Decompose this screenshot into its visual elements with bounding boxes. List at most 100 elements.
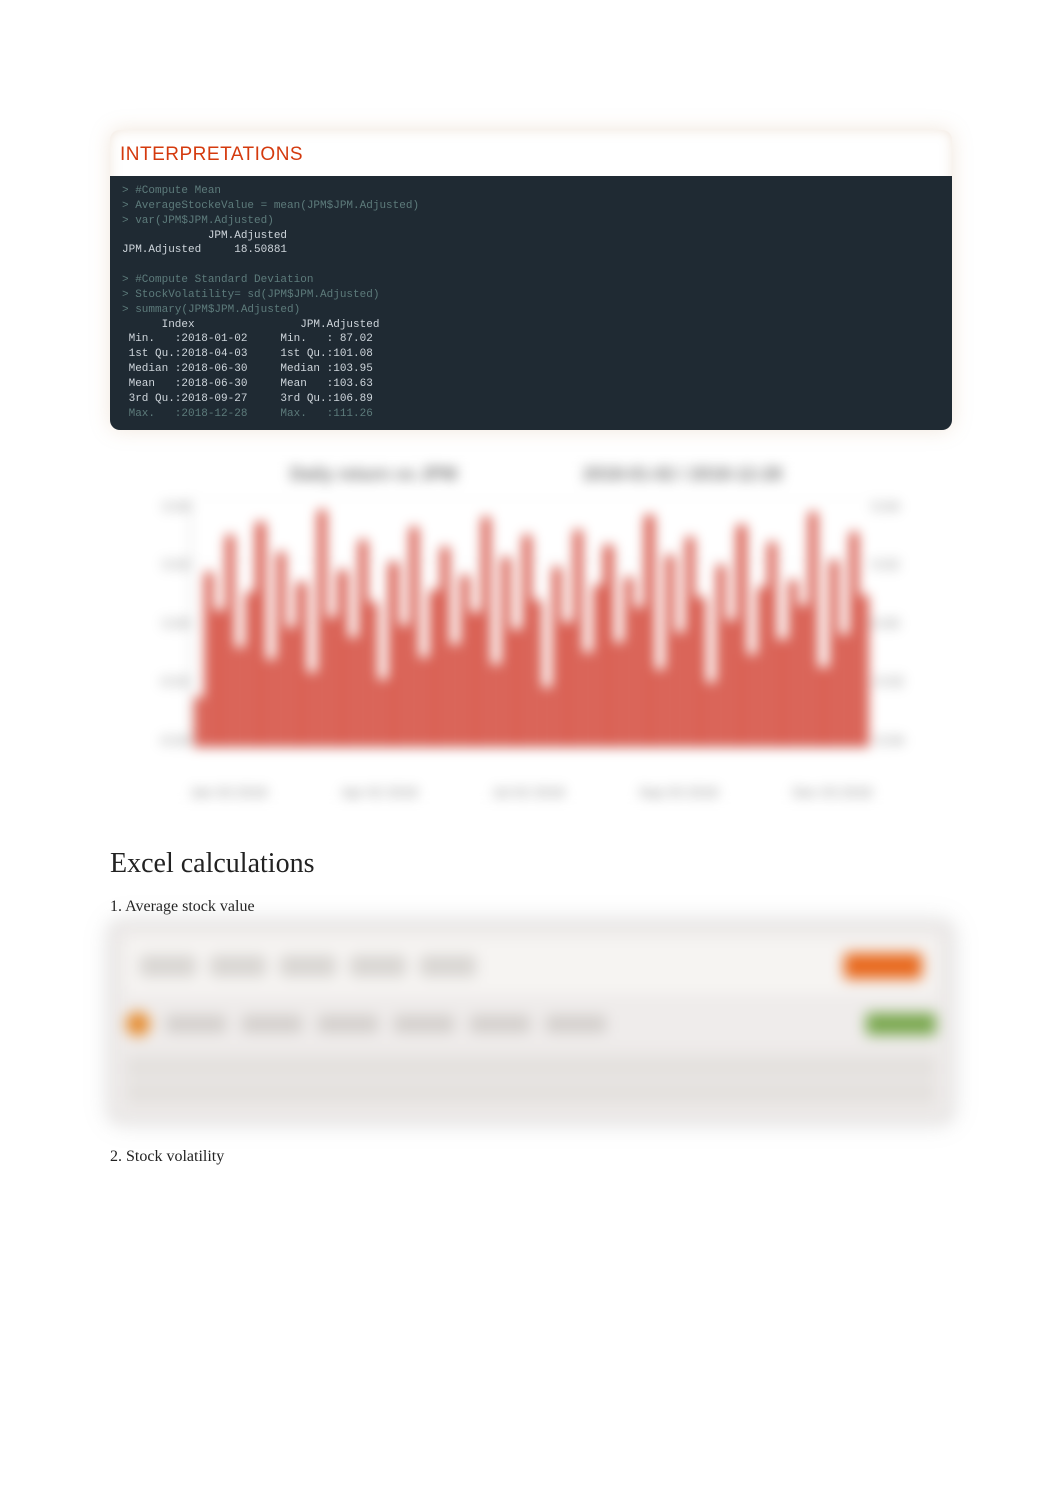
- xtick: Sep 03 2018: [639, 784, 718, 800]
- toolbar-chip: [394, 1015, 454, 1033]
- chart-bar: [666, 555, 674, 747]
- console-line: Mean :2018-06-30 Mean :103.63: [122, 378, 373, 390]
- toolbar-accent-chip: [866, 1013, 936, 1035]
- chart-bar: [523, 535, 531, 747]
- y-axis-right: 0.04 0.02 0.00 -0.02 -0.04: [872, 498, 942, 748]
- chart-bar: [236, 647, 244, 747]
- chart-bar: [277, 552, 285, 746]
- excel-cells: [126, 1050, 936, 1110]
- chart-bar: [297, 582, 305, 746]
- chart-bar: [359, 540, 367, 747]
- console-line: JPM.Adjusted 18.50881: [122, 244, 287, 256]
- chart-bar: [389, 562, 397, 746]
- chart-bar: [349, 637, 357, 747]
- ytick: -0.02: [872, 673, 904, 689]
- console-line: 3rd Qu.:2018-09-27 3rd Qu.:106.89: [122, 393, 373, 405]
- chart-bar: [789, 580, 797, 747]
- console-line: Min. :2018-01-02 Min. : 87.02: [122, 333, 373, 345]
- chart-bar: [205, 572, 213, 746]
- chart-bar: [308, 672, 316, 747]
- xtick: Jul 02 2018: [492, 784, 564, 800]
- chart-bar: [594, 585, 602, 747]
- chart-bar: [860, 595, 868, 747]
- plot-area: [190, 498, 872, 748]
- chart-bar: [379, 679, 387, 746]
- chart-bar: [840, 634, 848, 746]
- chart-bar: [645, 515, 653, 747]
- chart-bar: [584, 652, 592, 747]
- chart-bar: [758, 587, 766, 746]
- x-axis-labels: Jan 03 2018 Apr 02 2018 Jul 02 2018 Sep …: [190, 784, 872, 800]
- console-line: Max. :2018-12-28 Max. :111.26: [122, 408, 373, 420]
- excel-ribbon: [126, 938, 936, 994]
- chart-bar: [737, 525, 745, 747]
- toolbar-chip: [546, 1015, 606, 1033]
- interpretations-title: INTERPRETATIONS: [110, 140, 952, 176]
- ribbon-chip: [280, 955, 336, 977]
- console-line: 1st Qu.:2018-04-03 1st Qu.:101.08: [122, 348, 373, 360]
- chart-bar: [615, 642, 623, 747]
- chart-bar: [799, 605, 807, 747]
- chart-bar: [328, 617, 336, 746]
- list-item-average-stock: 1. Average stock value: [110, 898, 952, 916]
- chart-title-left: Daily return vs JPM: [290, 464, 457, 485]
- console-line: > summary(JPM$JPM.Adjusted): [122, 304, 300, 316]
- excel-screenshot-average: [110, 922, 952, 1122]
- chart-bar: [778, 639, 786, 746]
- toolbar-chip: [242, 1015, 302, 1033]
- chart-bar: [656, 669, 664, 746]
- console-line: > var(JPM$JPM.Adjusted): [122, 215, 274, 227]
- chart-bar: [727, 620, 735, 747]
- ytick: -0.04: [872, 732, 904, 748]
- ytick: 0.04: [872, 498, 899, 514]
- chart-bar: [451, 644, 459, 746]
- chart-bar: [809, 512, 817, 746]
- xtick: Jan 03 2018: [190, 784, 267, 800]
- chart-bar: [676, 632, 684, 747]
- chart-bar: [686, 537, 694, 746]
- ribbon-chip: [420, 955, 476, 977]
- chart-bar: [533, 600, 541, 747]
- toolbar-chip: [470, 1015, 530, 1033]
- ytick: 0.00: [872, 615, 899, 631]
- chart-bar: [461, 575, 469, 747]
- chart-bar: [625, 577, 633, 746]
- xtick: Dec 03 2018: [793, 784, 872, 800]
- ribbon-accent-chip: [844, 953, 922, 979]
- excel-toolbar: [126, 1004, 936, 1044]
- chart-bar: [850, 532, 858, 746]
- chart-bar: [420, 657, 428, 747]
- chart-bar: [246, 592, 254, 746]
- chart-bar: [768, 542, 776, 746]
- paste-icon: [126, 1012, 150, 1036]
- chart-bar: [226, 535, 234, 747]
- chart-bar: [748, 654, 756, 746]
- console-line: > #Compute Mean: [122, 185, 221, 197]
- daily-return-chart: Daily return vs JPM 2018-01-02 / 2018-12…: [110, 458, 952, 808]
- console-line: > #Compute Standard Deviation: [122, 274, 313, 286]
- chart-bar: [441, 547, 449, 746]
- chart-bar: [410, 527, 418, 746]
- chart-bar: [574, 530, 582, 747]
- chart-bar: [830, 560, 838, 747]
- chart-bar: [215, 610, 223, 747]
- interpretations-card: INTERPRETATIONS > #Compute Mean > Averag…: [110, 130, 952, 430]
- chart-bar: [512, 629, 520, 746]
- chart-bar: [267, 659, 275, 746]
- ytick: -0.04: [158, 732, 190, 748]
- ytick: 0.02: [163, 556, 190, 572]
- ytick: 0.00: [163, 615, 190, 631]
- y-axis-left: 0.04 0.02 0.00 -0.02 -0.04: [120, 498, 190, 748]
- ytick: 0.04: [163, 498, 190, 514]
- excel-calculations-heading: Excel calculations: [110, 848, 952, 880]
- chart-bar: [696, 597, 704, 746]
- chart-bar: [482, 517, 490, 746]
- chart-bar: [492, 664, 500, 746]
- chart-bar: [604, 545, 612, 747]
- ribbon-chip: [140, 955, 196, 977]
- ytick: 0.02: [872, 556, 899, 572]
- chart-bar: [543, 687, 551, 747]
- chart-bar: [195, 697, 203, 747]
- chart-bar: [338, 570, 346, 747]
- chart-bar: [400, 625, 408, 747]
